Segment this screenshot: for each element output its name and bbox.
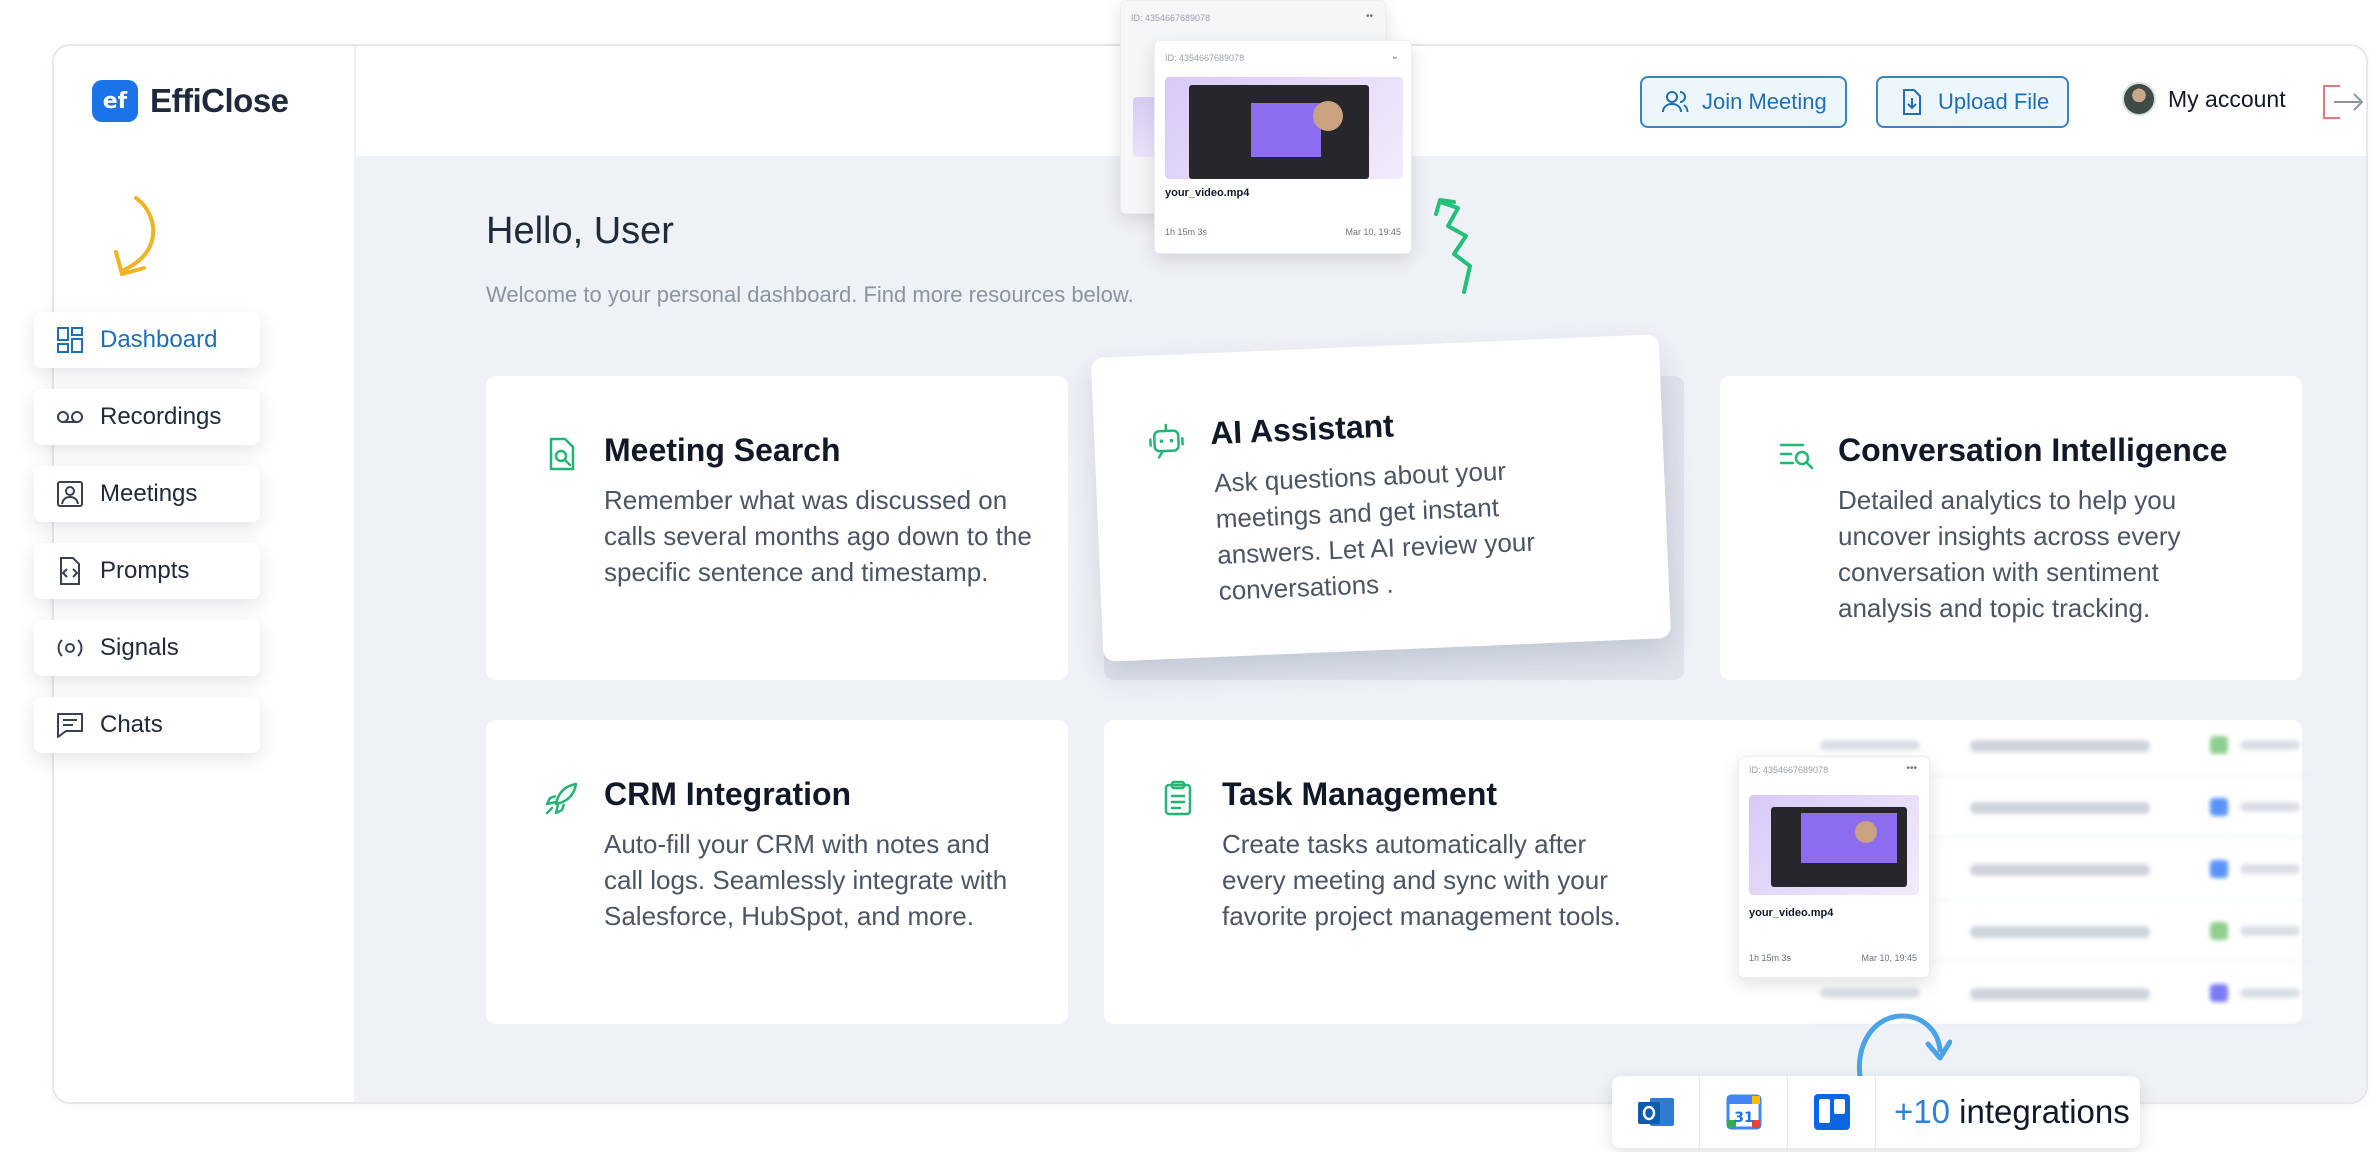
page-title: Hello, User [486, 210, 674, 252]
card-title: Conversation Intelligence [1838, 432, 2228, 468]
avatar [2122, 82, 2156, 116]
card-title: CRM Integration [604, 776, 852, 812]
sidebar-item-prompts[interactable]: Prompts [34, 543, 260, 599]
trello-icon [1788, 1076, 1876, 1148]
file-download-icon [1903, 89, 1921, 115]
sidebar-item-dashboard[interactable]: Dashboard [34, 312, 260, 368]
card-crm-integration[interactable]: CRM Integration Auto-fill your CRM with … [486, 720, 1068, 1024]
dashboard-icon [57, 327, 83, 353]
code-file-icon [60, 557, 80, 585]
integrations-badge[interactable]: 31 +10 integrations [1612, 1076, 2140, 1148]
account-label: My account [2168, 85, 2286, 112]
card-meeting-search[interactable]: Meeting Search Remember what was discuss… [486, 376, 1068, 680]
list-search-icon [1779, 443, 1814, 470]
preview-duration: 1h 15m 3s [1749, 953, 1792, 963]
page-subtitle: Welcome to your personal dashboard. Find… [486, 282, 1134, 307]
sidebar-nav: Dashboard Recordings Meetings Prompts Si… [34, 312, 260, 774]
sidebar-item-chats[interactable]: Chats [34, 697, 260, 753]
preview-date: Mar 10, 19:45 [1345, 227, 1401, 237]
card-title: Task Management [1222, 776, 1498, 812]
upload-file-button[interactable]: Upload File [1876, 76, 2070, 128]
refresh-arrow-icon [1856, 1013, 1952, 1079]
join-meeting-label: Join Meeting [1702, 89, 1827, 114]
card-description: Remember what was discussed on calls sev… [604, 485, 1032, 587]
chat-icon [57, 713, 83, 738]
integrations-text: integrations [1959, 1093, 2130, 1130]
sidebar-item-label: Chats [100, 711, 163, 738]
video-preview-card[interactable]: ID: 4354667689078 ⌄ your_video.mp4 1h 15… [1154, 40, 1412, 254]
pointer-arrow-icon [114, 196, 156, 276]
file-search-icon [549, 437, 575, 471]
card-description: Create tasks automatically after every m… [1222, 829, 1621, 931]
sidebar-item-label: Dashboard [100, 326, 218, 353]
voicemail-icon [57, 411, 83, 423]
integrations-label: +10 integrations [1876, 1093, 2130, 1131]
preview-id: ID: 4354667689078 [1165, 53, 1245, 63]
sidebar-item-label: Prompts [100, 557, 190, 584]
logo-badge-icon: ef [92, 80, 138, 122]
more-options-icon: •• [1365, 11, 1373, 22]
video-preview-card[interactable]: ID: 4354667689078 ••• your_video.mp4 1h … [1738, 756, 1930, 978]
google-calendar-icon: 31 [1700, 1076, 1788, 1148]
squiggle-arrow-icon [1434, 198, 1472, 294]
video-thumbnail [1749, 795, 1919, 895]
svg-text:31: 31 [1734, 1110, 1753, 1126]
integrations-count: +10 [1894, 1093, 1950, 1130]
card-description: Ask questions about your meetings and ge… [1213, 455, 1536, 606]
brand-name: EffiClose [150, 82, 289, 119]
sidebar-item-meetings[interactable]: Meetings [34, 466, 260, 522]
preview-filename: your_video.mp4 [1749, 907, 1834, 919]
preview-id: ID: 4354667689078 [1749, 765, 1829, 775]
upload-file-label: Upload File [1938, 89, 2050, 114]
preview-date: Mar 10, 19:45 [1861, 953, 1917, 963]
sidebar-item-label: Meetings [100, 480, 198, 507]
card-description: Auto-fill your CRM with notes and call l… [604, 829, 1008, 931]
sidebar-item-signals[interactable]: Signals [34, 620, 260, 676]
card-conversation-intelligence[interactable]: Conversation Intelligence Detailed analy… [1720, 376, 2302, 680]
sidebar-item-recordings[interactable]: Recordings [34, 389, 260, 445]
logout-icon[interactable] [2320, 82, 2366, 122]
signal-icon [57, 639, 83, 657]
page: ef EffiClose Join Meeting Upload File My… [0, 0, 2372, 1152]
preview-filename: your_video.mp4 [1165, 187, 1250, 199]
users-icon [1662, 91, 1689, 113]
person-frame-icon [57, 481, 83, 507]
join-meeting-button[interactable]: Join Meeting [1640, 76, 1847, 128]
card-title: AI Assistant [1209, 407, 1395, 452]
sidebar-item-label: Signals [100, 634, 179, 661]
preview-id: ID: 4354667689078 [1131, 13, 1211, 23]
rocket-icon [545, 782, 578, 815]
video-thumbnail [1165, 77, 1403, 179]
card-ai-assistant[interactable]: AI Assistant Ask questions about your me… [1090, 334, 1672, 662]
more-options-icon[interactable]: ••• [1906, 763, 1917, 774]
outlook-icon [1612, 1076, 1700, 1148]
card-description: Detailed analytics to help you uncover i… [1838, 485, 2181, 623]
robot-icon [1149, 423, 1184, 459]
clipboard-icon [1164, 780, 1192, 816]
sidebar-item-label: Recordings [100, 403, 222, 430]
brand-logo[interactable]: ef EffiClose [92, 80, 289, 122]
chevron-down-icon[interactable]: ⌄ [1391, 51, 1399, 62]
account-menu[interactable]: My account [2122, 82, 2286, 116]
preview-duration: 1h 15m 3s [1165, 227, 1208, 237]
card-title: Meeting Search [604, 432, 841, 468]
